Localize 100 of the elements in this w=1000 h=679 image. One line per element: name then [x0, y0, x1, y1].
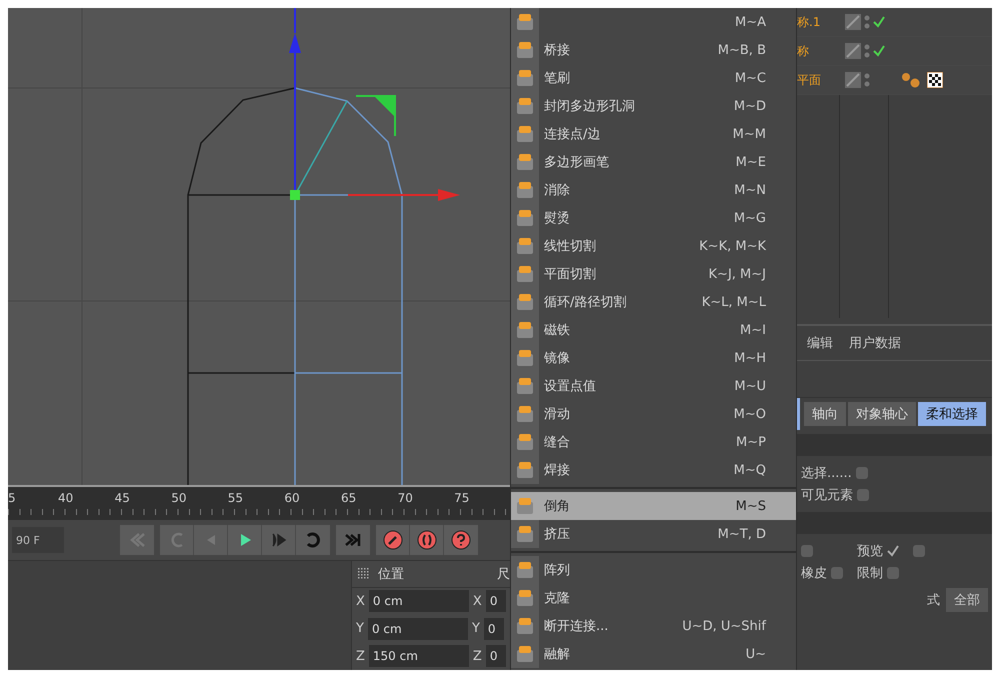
menu-item[interactable]: 倒角 M~S: [511, 492, 796, 520]
tool-icon: [516, 561, 534, 579]
tool-icon: [516, 433, 534, 451]
input-field[interactable]: 150 cm: [368, 645, 469, 668]
shortcut-text: M~B, B: [718, 42, 766, 58]
menu-label: 笔刷: [544, 70, 570, 87]
menu-label: 桥接: [544, 42, 570, 59]
menu-label: 循环/路径切割: [544, 294, 626, 311]
editor-toggle-icon[interactable]: [845, 43, 861, 59]
object-row[interactable]: 称: [797, 37, 992, 66]
frame-number: 60: [284, 491, 301, 505]
go-to-end-button[interactable]: [336, 525, 370, 555]
shortcut-text: M~S: [736, 498, 766, 514]
key-icon: [382, 530, 402, 550]
menu-label: 镜像: [544, 350, 570, 367]
menu-label: 熨烫: [544, 210, 570, 227]
menu-label: 消除: [544, 182, 570, 199]
shortcut-text: M~M: [732, 126, 766, 142]
menu-label: 磁铁: [544, 322, 570, 339]
option-label: 限制: [857, 565, 883, 582]
axis-label: X: [356, 594, 365, 609]
axis-label: Z: [356, 648, 365, 664]
record-key-button[interactable]: [376, 525, 410, 555]
object-row[interactable]: 平面: [797, 66, 992, 95]
axis-label: X: [472, 594, 482, 609]
menu-label: 封闭多边形孔洞: [544, 98, 635, 115]
panel-heading: 位置: [378, 566, 404, 583]
checkbox[interactable]: [913, 545, 925, 557]
checkbox[interactable]: [801, 545, 813, 557]
object-row[interactable]: 称.1: [797, 8, 992, 37]
shortcut-text: K~K, M~K: [699, 238, 766, 254]
checkbox[interactable]: [831, 567, 843, 579]
shortcut-text: U~: [746, 646, 766, 662]
mode-tab[interactable]: 轴向: [804, 402, 846, 426]
tool-icon: [516, 645, 534, 663]
input-field[interactable]: 0 cm: [368, 590, 469, 612]
autokey-icon: [416, 530, 436, 550]
check-icon[interactable]: [873, 16, 885, 28]
shortcut-text: M~P: [736, 434, 766, 450]
shortcut-text: U~D, U~Shif: [682, 618, 766, 634]
menu-label: 连接点/边: [544, 126, 600, 143]
menu-label: 缝合: [544, 434, 570, 451]
shortcut-text: M~E: [736, 154, 766, 170]
object-name[interactable]: 平面: [797, 72, 839, 88]
shortcut-text: M~G: [734, 210, 766, 226]
tool-icon: [516, 181, 534, 199]
input-field[interactable]: 0: [486, 645, 506, 668]
menu-label: 阵列: [544, 562, 570, 579]
menu-label: 断开连接...: [544, 618, 608, 635]
tool-icon: [516, 617, 534, 635]
mode-tab[interactable]: 对象轴心: [848, 402, 916, 426]
input-field[interactable]: 0: [486, 590, 506, 612]
tool-icon: [516, 321, 534, 339]
checkbox[interactable]: [857, 489, 869, 501]
tool-icon: [516, 69, 534, 87]
visibility-dots-icon[interactable]: [864, 73, 870, 87]
axis-label: Y: [472, 621, 480, 636]
tool-icon: [516, 589, 534, 607]
mode-dropdown[interactable]: 全部: [946, 588, 988, 612]
frame-number: 75: [454, 491, 470, 505]
check-icon[interactable]: [873, 45, 885, 57]
tool-icon: [516, 153, 534, 171]
checkbox[interactable]: [887, 545, 899, 557]
editor-toggle-icon[interactable]: [845, 14, 861, 30]
visibility-dots-icon[interactable]: [864, 15, 870, 29]
option-label: 橡皮: [801, 565, 827, 582]
tool-icon: [516, 209, 534, 227]
previous-key-button[interactable]: [120, 525, 154, 555]
grid-dots-icon: [358, 568, 370, 580]
texture-tag-icon[interactable]: [927, 72, 943, 88]
editor-toggle-icon[interactable]: [845, 72, 861, 88]
tool-icon: [516, 349, 534, 367]
menu-tab[interactable]: 编辑: [807, 334, 833, 352]
input-field[interactable]: 0: [484, 618, 504, 640]
shortcut-text: M~C: [734, 70, 766, 86]
tool-icon: [516, 525, 534, 543]
visibility-dots-icon[interactable]: [864, 44, 870, 58]
checkbox[interactable]: [856, 467, 868, 479]
menu-label: 克隆: [544, 590, 570, 607]
material-dots-icon[interactable]: [901, 72, 921, 88]
rotation-handle[interactable]: [356, 95, 396, 136]
input-field[interactable]: 0 cm: [368, 618, 468, 640]
mode-tab[interactable]: 柔和选择: [918, 402, 986, 426]
reverse-button[interactable]: [160, 525, 194, 555]
tool-icon: [516, 377, 534, 395]
menu-label: 融解: [544, 646, 570, 663]
menu-label: 滑动: [544, 406, 570, 423]
menu-tab[interactable]: 用户数据: [849, 334, 901, 352]
tool-icon: [516, 461, 534, 479]
frame-field[interactable]: 90 F: [12, 527, 64, 553]
option-label: 预览: [857, 543, 883, 560]
frame-number: 50: [171, 491, 188, 505]
object-name[interactable]: 称.1: [797, 14, 839, 30]
axis-label: Y: [356, 621, 364, 636]
menu-label: 焊接: [544, 462, 570, 479]
object-name[interactable]: 称: [797, 42, 839, 60]
menu-label: 平面切割: [544, 266, 596, 283]
frame-number: 5: [8, 491, 17, 505]
checkbox[interactable]: [887, 567, 899, 579]
tool-icon: [516, 97, 534, 115]
